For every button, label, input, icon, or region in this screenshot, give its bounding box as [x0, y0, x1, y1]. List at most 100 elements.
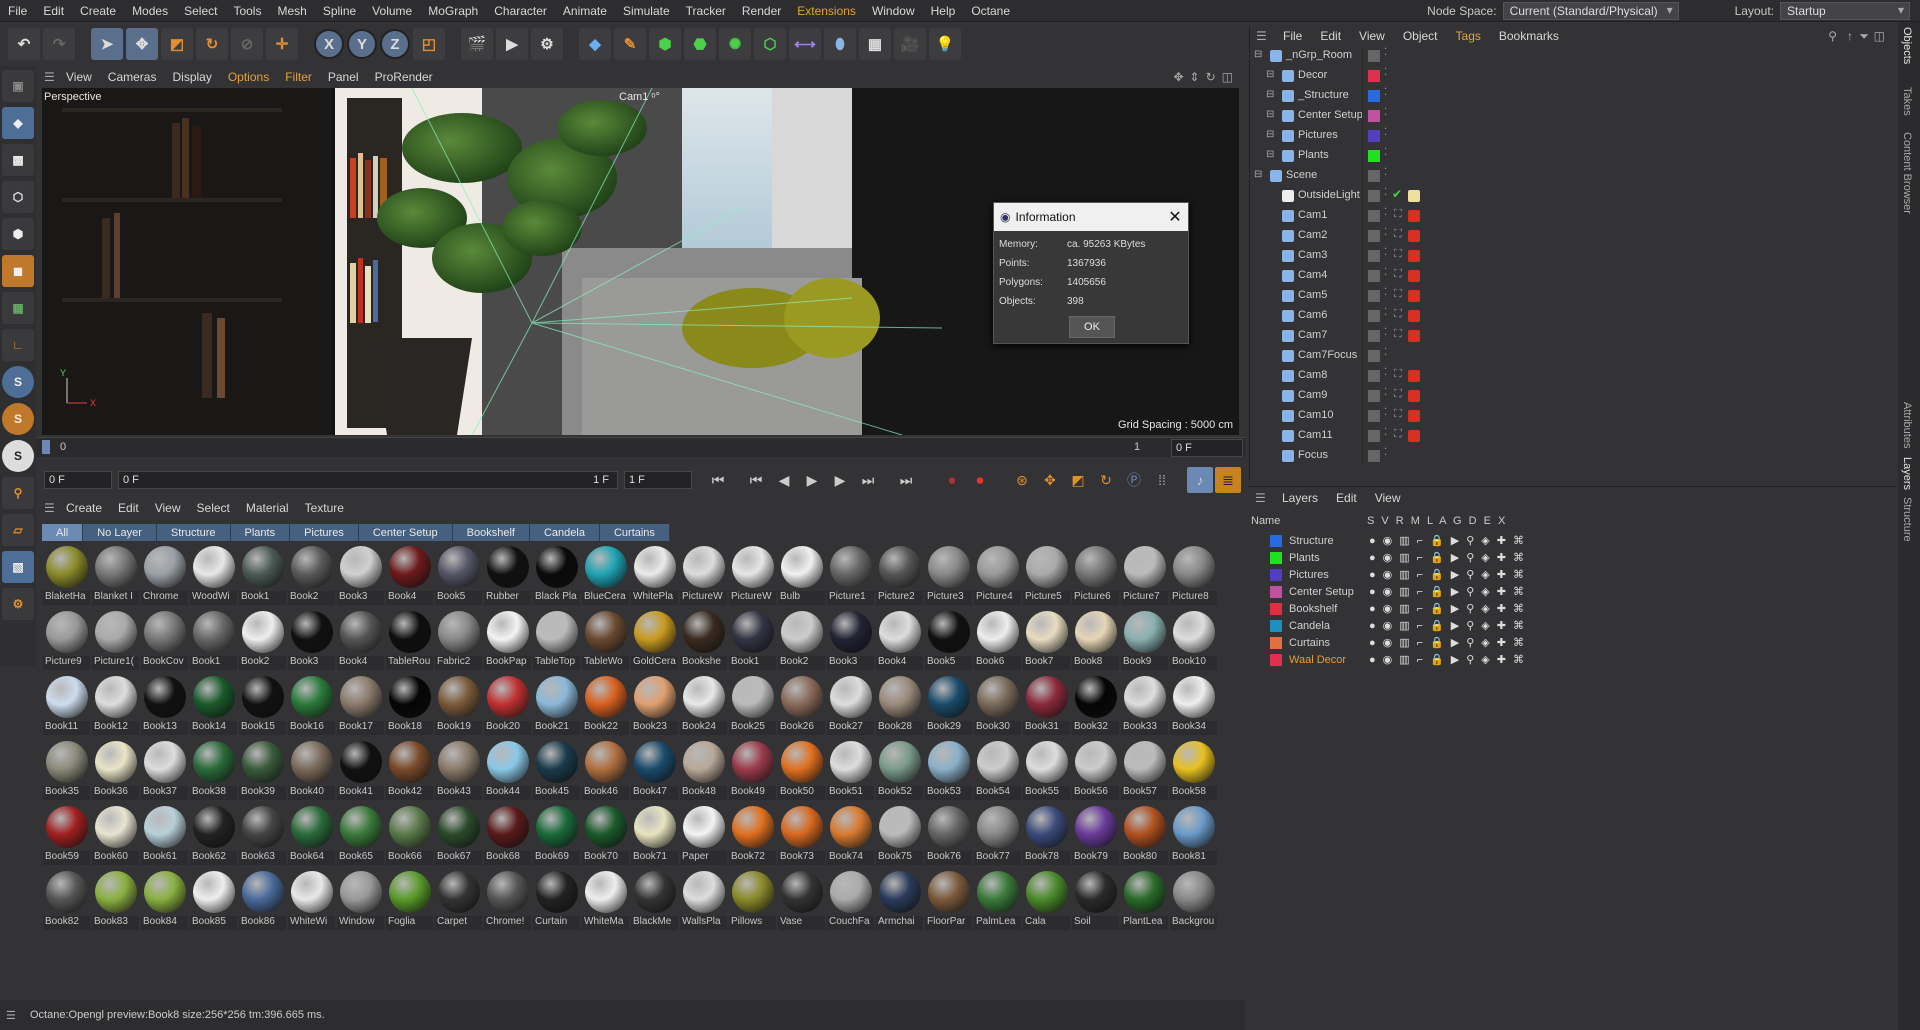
- material-swatch[interactable]: Book75: [875, 804, 924, 869]
- model-mode-button[interactable]: ◆: [2, 107, 34, 139]
- material-swatch[interactable]: FloorPar: [924, 869, 973, 934]
- material-swatch[interactable]: Picture4: [973, 544, 1022, 609]
- material-tab-pictures[interactable]: Pictures: [290, 524, 359, 541]
- material-swatch[interactable]: Book82: [42, 869, 91, 934]
- layer-row[interactable]: Bookshelf ●◉▥⌐🔒▶⚲◈✚⌘: [1249, 601, 1809, 618]
- material-menu-material[interactable]: Material: [238, 501, 297, 515]
- object-row[interactable]: Cam1 ⁚ ⛶: [1250, 206, 1890, 225]
- layer-color-swatch[interactable]: [1368, 70, 1380, 82]
- octane-camera-tag-icon[interactable]: [1408, 230, 1420, 242]
- material-swatch[interactable]: Cala: [1022, 869, 1071, 934]
- material-swatch[interactable]: Book1: [189, 609, 238, 674]
- material-swatch[interactable]: BookPap: [483, 609, 532, 674]
- object-row[interactable]: ⊟ Decor ⁚: [1250, 66, 1890, 85]
- layout-dropdown[interactable]: Startup: [1780, 1, 1910, 20]
- coordinate-system-button[interactable]: ◰: [413, 28, 445, 60]
- scale-key-icon[interactable]: ◩: [1065, 467, 1091, 493]
- field-button[interactable]: ⬮: [824, 28, 856, 60]
- workplane-snap-button[interactable]: S: [2, 440, 34, 472]
- object-row[interactable]: Cam8 ⁚ ⛶: [1250, 366, 1890, 385]
- material-swatch[interactable]: Book53: [924, 739, 973, 804]
- frame-range-slider[interactable]: 0 F 1 F: [118, 471, 618, 489]
- material-swatch[interactable]: Book67: [434, 804, 483, 869]
- autokey-icon[interactable]: ⏺: [967, 467, 993, 493]
- camera-tag-icon[interactable]: ⛶: [1394, 408, 1402, 421]
- extrude-button[interactable]: ⬣: [684, 28, 716, 60]
- material-swatch[interactable]: Book2: [238, 609, 287, 674]
- material-swatch[interactable]: Book22: [581, 674, 630, 739]
- material-tab-plants[interactable]: Plants: [230, 524, 291, 541]
- material-swatch[interactable]: Picture2: [875, 544, 924, 609]
- material-swatch[interactable]: Book6: [973, 609, 1022, 674]
- material-swatch[interactable]: Book26: [777, 674, 826, 739]
- material-swatch[interactable]: Book16: [287, 674, 336, 739]
- material-swatch[interactable]: Book56: [1071, 739, 1120, 804]
- material-swatch[interactable]: Book35: [42, 739, 91, 804]
- record-icon[interactable]: ⏺: [939, 467, 965, 493]
- layer-menu-layers[interactable]: Layers: [1273, 491, 1327, 505]
- material-swatch[interactable]: PalmLea: [973, 869, 1022, 934]
- mograph-button[interactable]: ⬡: [754, 28, 786, 60]
- menu-item-mesh[interactable]: Mesh: [269, 4, 314, 18]
- material-swatch[interactable]: Book45: [532, 739, 581, 804]
- material-menu-edit[interactable]: Edit: [110, 501, 147, 515]
- material-swatch[interactable]: Book7: [1022, 609, 1071, 674]
- material-swatch[interactable]: Book76: [924, 804, 973, 869]
- node-space-dropdown[interactable]: Current (Standard/Physical): [1502, 1, 1679, 20]
- object-row[interactable]: ⊟ _nGrp_Room ⁚: [1250, 46, 1890, 65]
- menu-item-volume[interactable]: Volume: [364, 4, 420, 18]
- layer-color-swatch[interactable]: [1270, 654, 1282, 666]
- rotate-tool-button[interactable]: ↻: [196, 28, 228, 60]
- layer-color-swatch[interactable]: [1368, 370, 1380, 382]
- material-swatch[interactable]: Book37: [140, 739, 189, 804]
- visibility-dots-icon[interactable]: ⁚: [1384, 207, 1387, 218]
- layer-color-swatch[interactable]: [1368, 310, 1380, 322]
- hamburger-icon[interactable]: ☰: [1255, 491, 1266, 505]
- z-axis-lock-button[interactable]: Z: [380, 29, 410, 59]
- viewport-menu-view[interactable]: View: [58, 70, 100, 84]
- material-swatch[interactable]: Book32: [1071, 674, 1120, 739]
- object-row[interactable]: ⊟ _Structure ⁚: [1250, 86, 1890, 105]
- lock-workplane-button[interactable]: ⚲: [2, 477, 34, 509]
- material-swatch[interactable]: Book69: [532, 804, 581, 869]
- object-row[interactable]: Cam11 ⁚ ⛶: [1250, 426, 1890, 445]
- expand-icon[interactable]: [1266, 230, 1278, 242]
- material-swatch[interactable]: Book78: [1022, 804, 1071, 869]
- layer-color-swatch[interactable]: [1368, 250, 1380, 262]
- object-menu-bookmarks[interactable]: Bookmarks: [1490, 29, 1568, 43]
- material-swatch[interactable]: BlaketHa: [42, 544, 91, 609]
- material-swatch[interactable]: PlantLea: [1120, 869, 1169, 934]
- layer-toggle-icons[interactable]: ●◉▥⌐🔒▶⚲◈✚⌘: [1369, 619, 1531, 632]
- up-arrow-icon[interactable]: ↑: [1847, 29, 1853, 43]
- material-tab-candela[interactable]: Candela: [529, 524, 600, 541]
- object-row[interactable]: Cam2 ⁚ ⛶: [1250, 226, 1890, 245]
- layer-menu-view[interactable]: View: [1366, 491, 1410, 505]
- material-swatch[interactable]: Book61: [140, 804, 189, 869]
- light-button[interactable]: 💡: [929, 28, 961, 60]
- material-swatch[interactable]: Book23: [630, 674, 679, 739]
- material-swatch[interactable]: Picture1(: [91, 609, 140, 674]
- material-swatch[interactable]: Book66: [385, 804, 434, 869]
- visibility-dots-icon[interactable]: ⁚: [1384, 147, 1387, 158]
- visibility-dots-icon[interactable]: ⁚: [1384, 87, 1387, 98]
- material-swatch[interactable]: Book81: [1169, 804, 1218, 869]
- object-row[interactable]: ⊟ Plants ⁚: [1250, 146, 1890, 165]
- object-menu-view[interactable]: View: [1350, 29, 1394, 43]
- material-swatch[interactable]: Curtain: [532, 869, 581, 934]
- material-swatch[interactable]: Book55: [1022, 739, 1071, 804]
- expand-icon[interactable]: [1266, 430, 1278, 442]
- next-key-icon[interactable]: ⏭: [855, 467, 881, 493]
- material-swatch[interactable]: GoldCera: [630, 609, 679, 674]
- material-swatch[interactable]: Book70: [581, 804, 630, 869]
- viewport-menu-panel[interactable]: Panel: [320, 70, 367, 84]
- menu-item-tracker[interactable]: Tracker: [678, 4, 734, 18]
- layer-color-swatch[interactable]: [1368, 50, 1380, 62]
- material-swatch[interactable]: Book43: [434, 739, 483, 804]
- material-swatch[interactable]: Book5: [924, 609, 973, 674]
- material-swatch[interactable]: Book64: [287, 804, 336, 869]
- hamburger-icon[interactable]: ☰: [36, 70, 58, 84]
- material-swatch[interactable]: Vase: [777, 869, 826, 934]
- material-swatch[interactable]: Book17: [336, 674, 385, 739]
- cube-object-button[interactable]: ◆: [579, 28, 611, 60]
- visibility-dots-icon[interactable]: ⁚: [1384, 107, 1387, 118]
